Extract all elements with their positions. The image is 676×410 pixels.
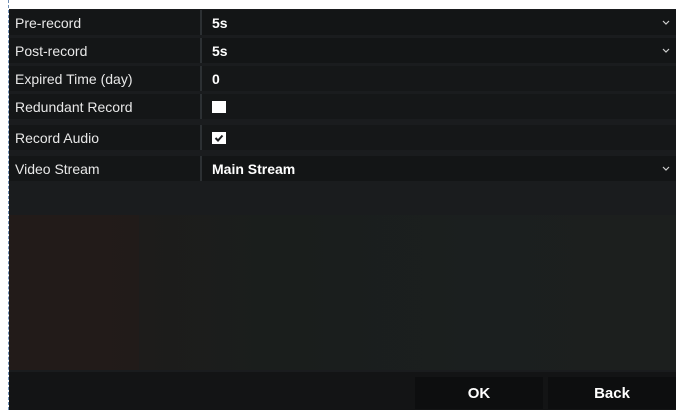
post-record-value: 5s	[212, 42, 228, 59]
ok-button[interactable]: OK	[415, 377, 543, 409]
video-preview-area	[9, 215, 676, 370]
settings-list: Pre-record 5s Post-record 5s Expired Tim…	[9, 9, 676, 181]
post-record-label: Post-record	[9, 38, 202, 63]
post-record-row: Post-record 5s	[9, 38, 676, 63]
preview-tint	[9, 215, 139, 370]
redundant-record-row: Redundant Record	[9, 94, 676, 119]
expired-time-label: Expired Time (day)	[9, 66, 202, 91]
video-stream-value: Main Stream	[212, 160, 296, 177]
record-settings-panel: Pre-record 5s Post-record 5s Expired Tim…	[9, 9, 676, 410]
checkmark-icon	[214, 134, 224, 142]
pre-record-label: Pre-record	[9, 10, 202, 35]
record-audio-label: Record Audio	[9, 125, 202, 150]
record-audio-checkbox[interactable]	[212, 131, 226, 144]
chevron-down-icon	[662, 164, 670, 172]
chevron-down-icon	[662, 46, 670, 54]
chevron-down-icon	[662, 18, 670, 26]
action-bar: OK Back	[9, 372, 676, 410]
pre-record-value: 5s	[212, 14, 228, 31]
expired-time-row: Expired Time (day) 0	[9, 66, 676, 91]
post-record-dropdown[interactable]: 5s	[202, 38, 676, 63]
redundant-record-cell	[202, 94, 676, 119]
expired-time-input[interactable]: 0	[202, 66, 676, 91]
video-stream-label: Video Stream	[9, 156, 202, 181]
record-audio-row: Record Audio	[9, 125, 676, 150]
pre-record-row: Pre-record 5s	[9, 10, 676, 35]
record-audio-cell	[202, 125, 676, 150]
video-stream-dropdown[interactable]: Main Stream	[202, 156, 676, 181]
video-stream-row: Video Stream Main Stream	[9, 156, 676, 181]
redundant-record-label: Redundant Record	[9, 94, 202, 119]
redundant-record-checkbox[interactable]	[212, 100, 226, 113]
back-button[interactable]: Back	[548, 377, 676, 409]
expired-time-value: 0	[212, 70, 220, 87]
pre-record-dropdown[interactable]: 5s	[202, 10, 676, 35]
